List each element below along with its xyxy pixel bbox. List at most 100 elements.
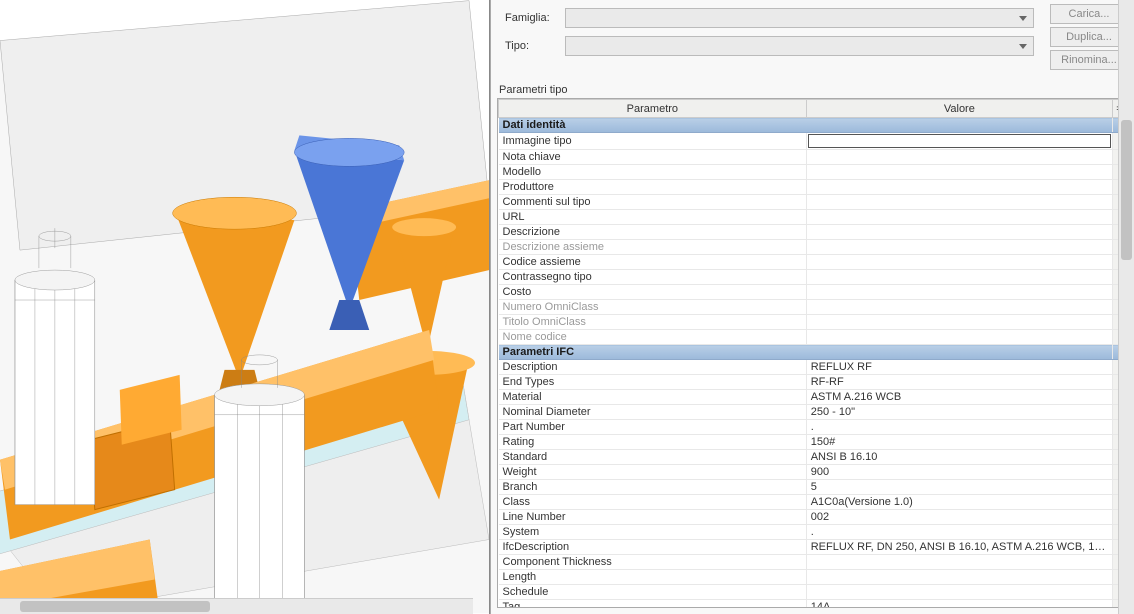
table-row[interactable]: Line Number002 <box>499 510 1127 525</box>
parameters-grid[interactable]: Parametro Valore = Dati identitàImmagine… <box>497 98 1128 608</box>
param-value[interactable] <box>806 300 1112 315</box>
param-name: Weight <box>499 465 807 480</box>
param-name: Length <box>499 570 807 585</box>
param-name: Tag <box>499 600 807 609</box>
table-row[interactable]: URL <box>499 210 1127 225</box>
param-value[interactable]: A1C0a(Versione 1.0) <box>806 495 1112 510</box>
table-row[interactable]: Titolo OmniClass <box>499 315 1127 330</box>
table-row[interactable]: Length <box>499 570 1127 585</box>
param-value[interactable]: 900 <box>806 465 1112 480</box>
properties-panel: Famiglia: Tipo: Carica... Duplica... Rin… <box>490 0 1134 614</box>
param-name: Nominal Diameter <box>499 405 807 420</box>
param-value[interactable] <box>806 330 1112 345</box>
param-value[interactable] <box>806 210 1112 225</box>
param-value[interactable] <box>806 285 1112 300</box>
param-name: Material <box>499 390 807 405</box>
param-name: URL <box>499 210 807 225</box>
param-name: Immagine tipo <box>499 133 807 150</box>
table-row[interactable]: Component Thickness <box>499 555 1127 570</box>
table-row[interactable]: Contrassegno tipo <box>499 270 1127 285</box>
param-name: IfcDescription <box>499 540 807 555</box>
table-row[interactable]: Nome codice <box>499 330 1127 345</box>
param-value[interactable]: REFLUX RF <box>806 360 1112 375</box>
table-row[interactable]: Costo <box>499 285 1127 300</box>
param-value[interactable] <box>806 240 1112 255</box>
param-value[interactable] <box>806 315 1112 330</box>
param-name: Produttore <box>499 180 807 195</box>
param-name: System <box>499 525 807 540</box>
param-name: Component Thickness <box>499 555 807 570</box>
param-name: Codice assieme <box>499 255 807 270</box>
table-row[interactable]: Numero OmniClass <box>499 300 1127 315</box>
load-button[interactable]: Carica... <box>1050 4 1128 24</box>
param-value[interactable]: 14A <box>806 600 1112 609</box>
param-value[interactable] <box>806 165 1112 180</box>
3d-viewport[interactable] <box>0 0 490 614</box>
scroll-thumb[interactable] <box>1121 120 1132 260</box>
panel-scrollbar-vertical[interactable] <box>1118 0 1134 614</box>
param-value[interactable] <box>806 585 1112 600</box>
section-header[interactable]: Parametri IFC <box>499 345 1127 360</box>
param-name: Part Number <box>499 420 807 435</box>
param-name: Line Number <box>499 510 807 525</box>
param-value[interactable] <box>806 195 1112 210</box>
duplicate-button[interactable]: Duplica... <box>1050 27 1128 47</box>
param-value[interactable] <box>806 270 1112 285</box>
type-select[interactable] <box>565 36 1034 56</box>
table-row[interactable]: Schedule <box>499 585 1127 600</box>
param-value[interactable] <box>806 133 1112 150</box>
param-name: Rating <box>499 435 807 450</box>
table-row[interactable]: Modello <box>499 165 1127 180</box>
param-value[interactable] <box>806 555 1112 570</box>
param-name: End Types <box>499 375 807 390</box>
type-parameters-label: Parametri tipo <box>491 78 1134 98</box>
table-row[interactable]: Descrizione <box>499 225 1127 240</box>
param-value[interactable] <box>806 225 1112 240</box>
table-row[interactable]: End TypesRF-RF <box>499 375 1127 390</box>
param-name: Descrizione <box>499 225 807 240</box>
param-value[interactable]: 250 - 10" <box>806 405 1112 420</box>
table-row[interactable]: ClassA1C0a(Versione 1.0) <box>499 495 1127 510</box>
table-row[interactable]: Part Number. <box>499 420 1127 435</box>
table-row[interactable]: IfcDescriptionREFLUX RF, DN 250, ANSI B … <box>499 540 1127 555</box>
param-value[interactable] <box>806 150 1112 165</box>
table-row[interactable]: Codice assieme <box>499 255 1127 270</box>
param-value[interactable]: . <box>806 420 1112 435</box>
table-row[interactable]: Nota chiave <box>499 150 1127 165</box>
param-value[interactable]: REFLUX RF, DN 250, ANSI B 16.10, ASTM A.… <box>806 540 1112 555</box>
table-row[interactable]: MaterialASTM A.216 WCB <box>499 390 1127 405</box>
col-value[interactable]: Valore <box>806 100 1112 118</box>
table-row[interactable]: Produttore <box>499 180 1127 195</box>
param-value[interactable]: 5 <box>806 480 1112 495</box>
table-row[interactable]: System. <box>499 525 1127 540</box>
param-name: Titolo OmniClass <box>499 315 807 330</box>
param-value[interactable]: 150# <box>806 435 1112 450</box>
col-parameter[interactable]: Parametro <box>499 100 807 118</box>
param-value[interactable] <box>806 255 1112 270</box>
table-row[interactable]: Branch5 <box>499 480 1127 495</box>
table-row[interactable]: Commenti sul tipo <box>499 195 1127 210</box>
param-value[interactable]: . <box>806 525 1112 540</box>
param-value[interactable]: 002 <box>806 510 1112 525</box>
table-row[interactable]: DescriptionREFLUX RF <box>499 360 1127 375</box>
table-row[interactable]: StandardANSI B 16.10 <box>499 450 1127 465</box>
table-row[interactable]: Descrizione assieme <box>499 240 1127 255</box>
param-value[interactable] <box>806 570 1112 585</box>
table-row[interactable]: Weight900 <box>499 465 1127 480</box>
family-select[interactable] <box>565 8 1034 28</box>
param-value[interactable] <box>806 180 1112 195</box>
rename-button[interactable]: Rinomina... <box>1050 50 1128 70</box>
section-header[interactable]: Dati identità <box>499 118 1127 133</box>
table-row[interactable]: Rating150# <box>499 435 1127 450</box>
viewport-scrollbar-horizontal[interactable] <box>0 598 473 614</box>
param-value[interactable]: ASTM A.216 WCB <box>806 390 1112 405</box>
param-value[interactable]: ANSI B 16.10 <box>806 450 1112 465</box>
type-label: Tipo: <box>505 40 557 52</box>
table-row[interactable]: Immagine tipo <box>499 133 1127 150</box>
scroll-thumb[interactable] <box>20 601 210 612</box>
param-name: Class <box>499 495 807 510</box>
table-row[interactable]: Nominal Diameter250 - 10" <box>499 405 1127 420</box>
param-name: Descrizione assieme <box>499 240 807 255</box>
param-value[interactable]: RF-RF <box>806 375 1112 390</box>
table-row[interactable]: Tag14A <box>499 600 1127 609</box>
